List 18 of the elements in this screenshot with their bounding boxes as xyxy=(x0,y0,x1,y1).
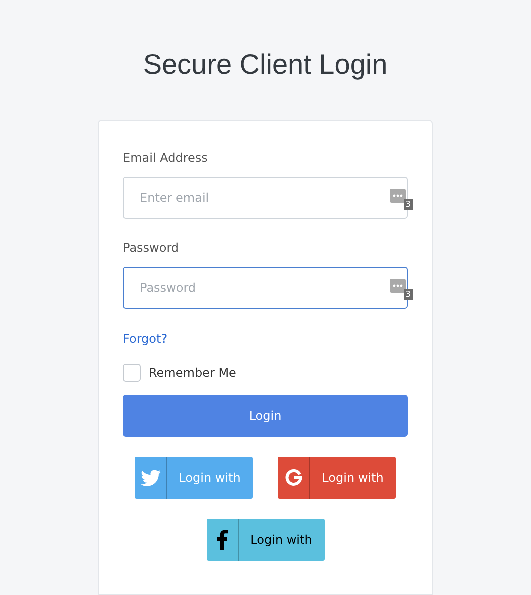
facebook-login-button[interactable]: Login with xyxy=(206,519,324,561)
f-letter-icon xyxy=(216,530,228,550)
google-login-button[interactable]: Login with xyxy=(278,457,396,499)
input-field[interactable]: Password xyxy=(123,267,408,309)
twitter-login-button[interactable]: Login with xyxy=(135,457,253,499)
remember-checkbox[interactable] xyxy=(123,364,141,382)
remember-label: Remember Me xyxy=(149,365,236,382)
count-badge: 3 xyxy=(404,289,413,300)
page-title: Secure Client Login xyxy=(143,48,388,82)
field-label: Password xyxy=(123,240,180,257)
field-label: Email Address xyxy=(123,150,209,167)
password-manager-icon[interactable] xyxy=(390,279,406,293)
count-badge: 3 xyxy=(404,199,413,210)
password-manager-icon[interactable] xyxy=(390,189,406,203)
login-button[interactable]: Login xyxy=(123,395,408,437)
bird-icon xyxy=(140,470,160,486)
forgot-link[interactable]: Forgot? xyxy=(123,330,168,348)
g-letter-icon xyxy=(284,469,302,487)
